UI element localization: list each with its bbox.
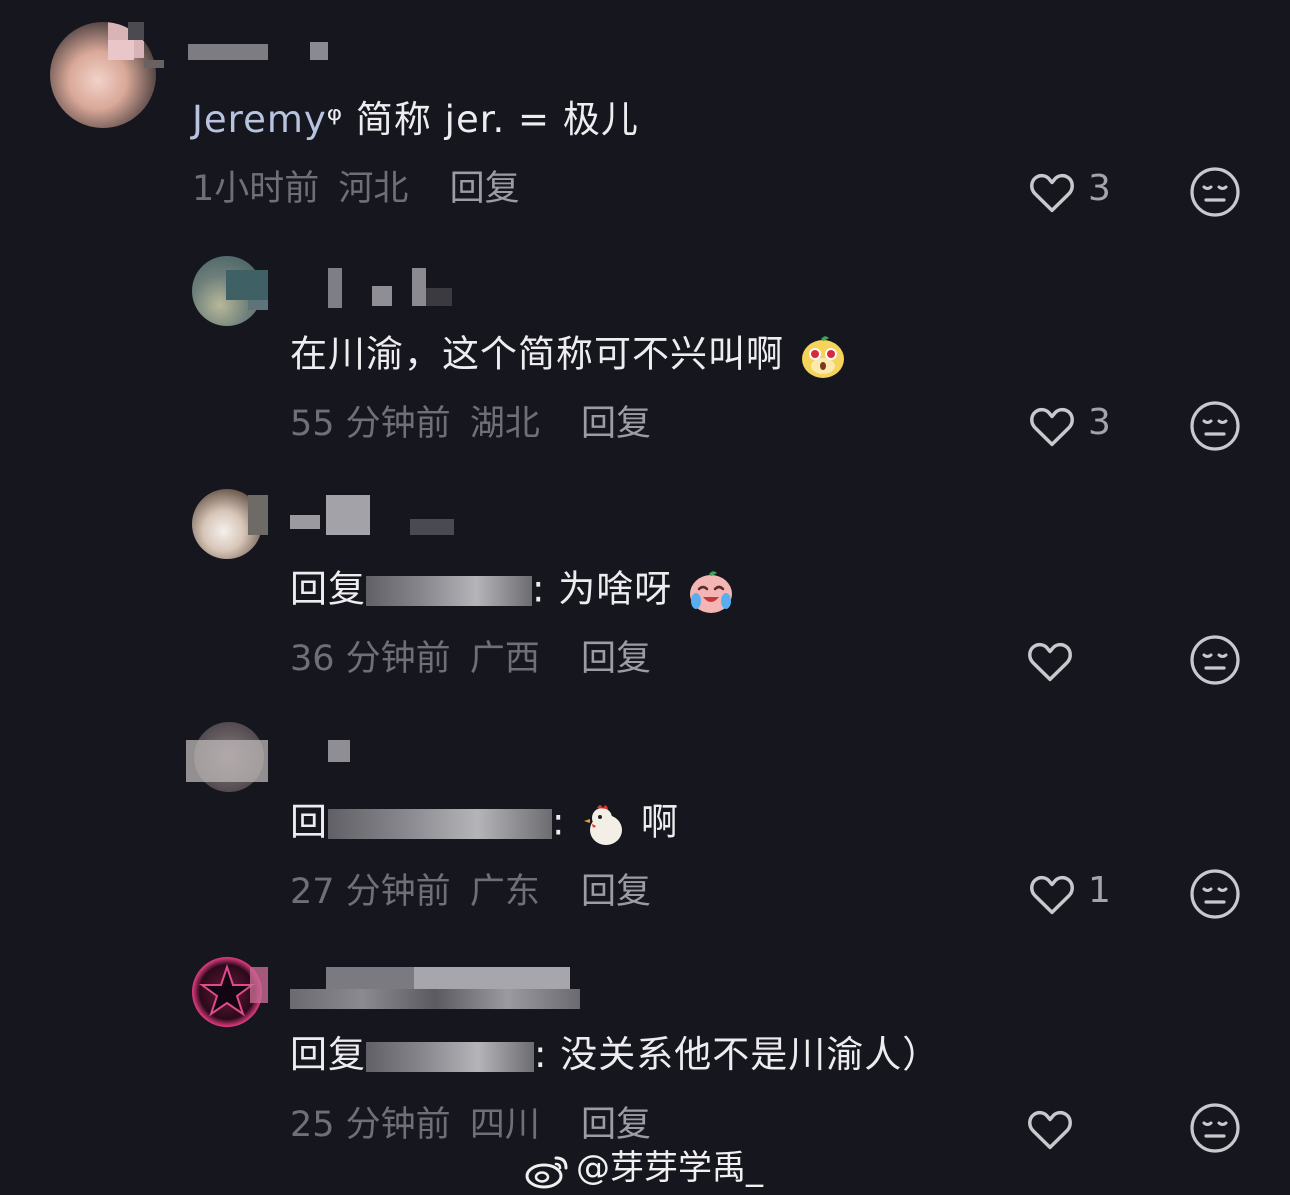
heart-outline-icon <box>1030 173 1074 213</box>
comment-text: 回: 啊 <box>290 800 679 848</box>
avatar-pixelation <box>144 60 164 68</box>
redacted-mention[interactable] <box>366 576 532 606</box>
reply-prefix: 回复 <box>290 567 366 611</box>
comment-meta: 1小时前 河北 回复 <box>192 167 520 211</box>
reply-button[interactable]: 回复 <box>581 404 651 444</box>
avatar-pixelation <box>226 270 268 300</box>
avatar-pixelation <box>248 495 268 535</box>
comment-meta: 55 分钟前 湖北 回复 <box>290 402 651 446</box>
like-count: 3 <box>1088 402 1111 443</box>
username-redacted[interactable] <box>290 495 460 535</box>
like-button[interactable]: 1 <box>1026 866 1146 922</box>
comment-meta: 36 分钟前 广西 回复 <box>290 637 651 681</box>
chicken-emoji-icon <box>584 805 623 845</box>
like-button[interactable]: 3 <box>1026 164 1146 220</box>
comment-text: Jeremyᵠ 简称 jer. = 极儿 <box>192 98 639 142</box>
comment-location: 河北 <box>338 169 409 209</box>
avatar-pixelation <box>248 300 268 310</box>
comment-time: 55 分钟前 <box>290 404 451 444</box>
heart-outline-icon <box>1030 407 1074 447</box>
comment-body: 在川渝，这个简称可不兴叫啊 <box>290 332 784 376</box>
redacted-mention[interactable] <box>328 809 552 839</box>
dislike-button[interactable] <box>1188 165 1242 219</box>
like-button[interactable] <box>1024 633 1144 689</box>
comment-time: 36 分钟前 <box>290 639 451 679</box>
dislike-button[interactable] <box>1188 867 1242 921</box>
like-count: 1 <box>1088 870 1111 911</box>
comment-body: : <box>552 800 579 844</box>
reply-button[interactable]: 回复 <box>581 872 651 912</box>
username-redacted[interactable] <box>290 738 460 778</box>
comment-text: 回复 : 为啥呀 <box>290 567 735 615</box>
meh-face-icon <box>1190 167 1240 217</box>
comment-item: 在川渝，这个简称可不兴叫啊 55 分钟前 湖北 回复 3 <box>0 240 1290 475</box>
comment-tail: 啊 <box>641 800 679 844</box>
watermark-text: @芽芽学禹_ <box>576 1148 763 1188</box>
reply-button[interactable]: 回复 <box>581 1105 651 1145</box>
comment-time: 25 分钟前 <box>290 1105 451 1145</box>
reply-prefix: 回复 <box>290 1033 366 1076</box>
watermark: @芽芽学禹_ <box>524 1140 763 1190</box>
heart-outline-icon <box>1030 875 1074 915</box>
comment-body: : 没关系他不是川渝人） <box>534 1033 941 1076</box>
avatar-pixelation <box>186 740 268 782</box>
crying-laugh-emoji-icon <box>690 571 732 613</box>
comment-time: 27 分钟前 <box>290 872 451 912</box>
meh-face-icon <box>1190 401 1240 451</box>
comment-item: 回: 啊 27 分钟前 广东 回复 1 <box>0 710 1290 945</box>
reply-prefix: 回 <box>290 800 328 844</box>
meh-face-icon <box>1190 1103 1240 1153</box>
avatar-pixelation <box>128 22 144 40</box>
mention-text[interactable]: Jeremy <box>192 98 327 141</box>
dislike-button[interactable] <box>1188 1101 1242 1155</box>
comment-item: Jeremyᵠ 简称 jer. = 极儿 1小时前 河北 回复 3 <box>0 0 1290 240</box>
heart-outline-icon <box>1028 1110 1072 1150</box>
comment-time: 1小时前 <box>192 169 320 209</box>
redacted-mention[interactable] <box>366 1041 534 1072</box>
like-button[interactable] <box>1024 1101 1144 1157</box>
comment-item: 回复 : 为啥呀 36 分钟前 广西 回复 <box>0 475 1290 710</box>
like-count: 3 <box>1088 168 1111 209</box>
reply-button[interactable]: 回复 <box>581 639 651 679</box>
username-redacted[interactable] <box>290 268 460 308</box>
dislike-button[interactable] <box>1188 399 1242 453</box>
avatar-pixelation <box>250 967 268 1003</box>
comment-location: 四川 <box>469 1105 540 1145</box>
heart-outline-icon <box>1028 642 1072 682</box>
comment-body: ᵠ 简称 jer. = 极儿 <box>326 98 639 141</box>
reply-button[interactable]: 回复 <box>450 169 520 209</box>
weibo-logo-icon <box>525 1156 568 1188</box>
comment-location: 广东 <box>469 872 540 912</box>
meh-face-icon <box>1190 635 1240 685</box>
comment-location: 湖北 <box>469 404 540 444</box>
like-button[interactable]: 3 <box>1026 398 1146 454</box>
comment-location: 广西 <box>469 639 540 679</box>
dislike-button[interactable] <box>1188 633 1242 687</box>
username-redacted[interactable] <box>290 967 580 1009</box>
comment-body: : 为啥呀 <box>532 567 673 611</box>
surprised-emoji-icon <box>801 336 844 378</box>
meh-face-icon <box>1190 869 1240 919</box>
comment-meta: 27 分钟前 广东 回复 <box>290 870 651 914</box>
comment-text: 在川渝，这个简称可不兴叫啊 <box>290 332 847 380</box>
comment-text: 回复 : 没关系他不是川渝人） <box>290 1033 940 1077</box>
username-redacted[interactable] <box>188 40 338 80</box>
